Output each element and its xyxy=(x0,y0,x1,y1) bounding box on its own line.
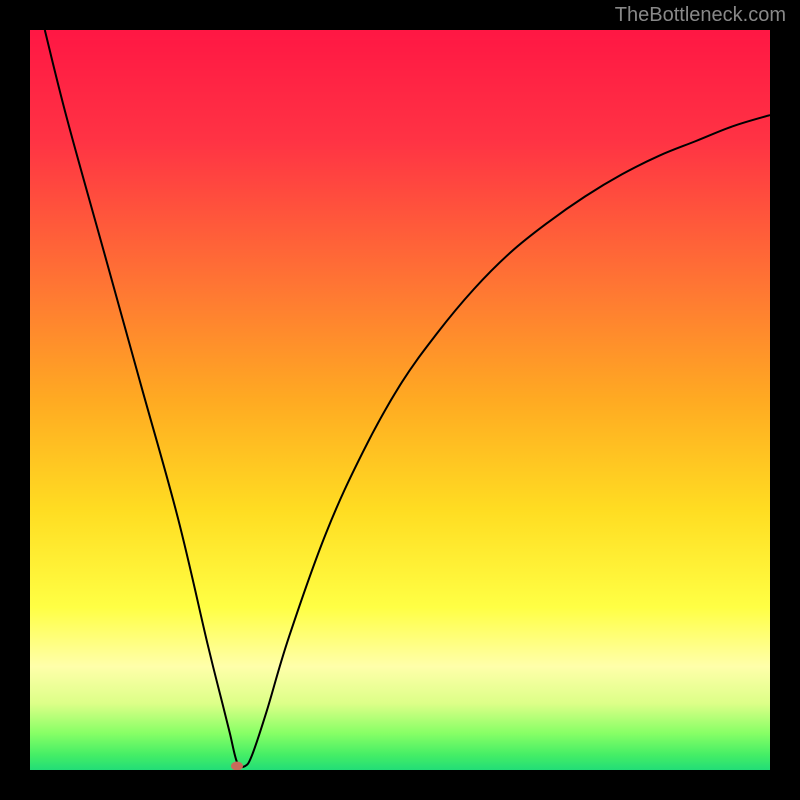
curve-overlay xyxy=(30,30,770,770)
optimal-point-marker xyxy=(231,762,243,770)
watermark-text: TheBottleneck.com xyxy=(615,4,786,27)
chart-plot-area xyxy=(30,30,770,770)
bottleneck-curve xyxy=(45,30,770,767)
